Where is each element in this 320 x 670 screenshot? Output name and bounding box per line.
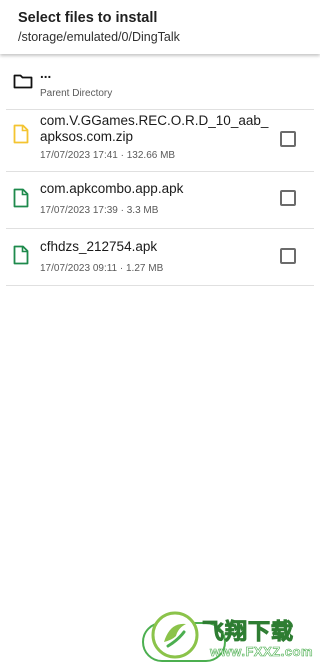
file-checkbox[interactable] xyxy=(280,190,296,206)
file-meta: 17/07/2023 17:39 · 3.3 MB xyxy=(40,205,159,216)
file-meta: 17/07/2023 17:41 · 132.66 MB xyxy=(40,150,176,161)
parent-directory-label: Parent Directory xyxy=(40,88,113,99)
watermark-en-text: www.FXXZ.com xyxy=(210,644,314,660)
file-checkbox[interactable] xyxy=(280,131,296,147)
file-name: com.apkcombo.app.apk xyxy=(40,181,184,196)
parent-directory-row[interactable]: ... Parent Directory xyxy=(6,62,314,110)
parent-directory-name: ... xyxy=(40,66,52,81)
file-row[interactable]: com.apkcombo.app.apk 17/07/2023 17:39 · … xyxy=(6,172,314,229)
app-header: Select files to install /storage/emulate… xyxy=(0,0,320,54)
apk-file-icon xyxy=(13,245,31,265)
current-path: /storage/emulated/0/DingTalk xyxy=(18,30,180,44)
file-list: ... Parent Directory com.V.GGames.REC.O.… xyxy=(6,62,314,286)
file-row[interactable]: com.V.GGames.REC.O.R.D_10_aab_apksos.com… xyxy=(6,110,314,172)
file-name: cfhdzs_212754.apk xyxy=(40,239,158,254)
file-meta: 17/07/2023 09:11 · 1.27 MB xyxy=(40,263,164,274)
folder-icon xyxy=(13,72,33,92)
file-row[interactable]: cfhdzs_212754.apk 17/07/2023 09:11 · 1.2… xyxy=(6,229,314,286)
file-name: com.V.GGames.REC.O.R.D_10_aab_apksos.com… xyxy=(40,113,269,144)
apk-file-icon xyxy=(13,188,31,208)
file-checkbox[interactable] xyxy=(280,248,296,264)
page-title: Select files to install xyxy=(18,10,158,26)
zip-file-icon xyxy=(13,124,31,144)
watermark: 飞翔下载 www.FXXZ.com xyxy=(150,610,320,670)
watermark-cn-text: 飞翔下载 xyxy=(201,620,295,646)
watermark-logo-icon xyxy=(151,611,199,659)
